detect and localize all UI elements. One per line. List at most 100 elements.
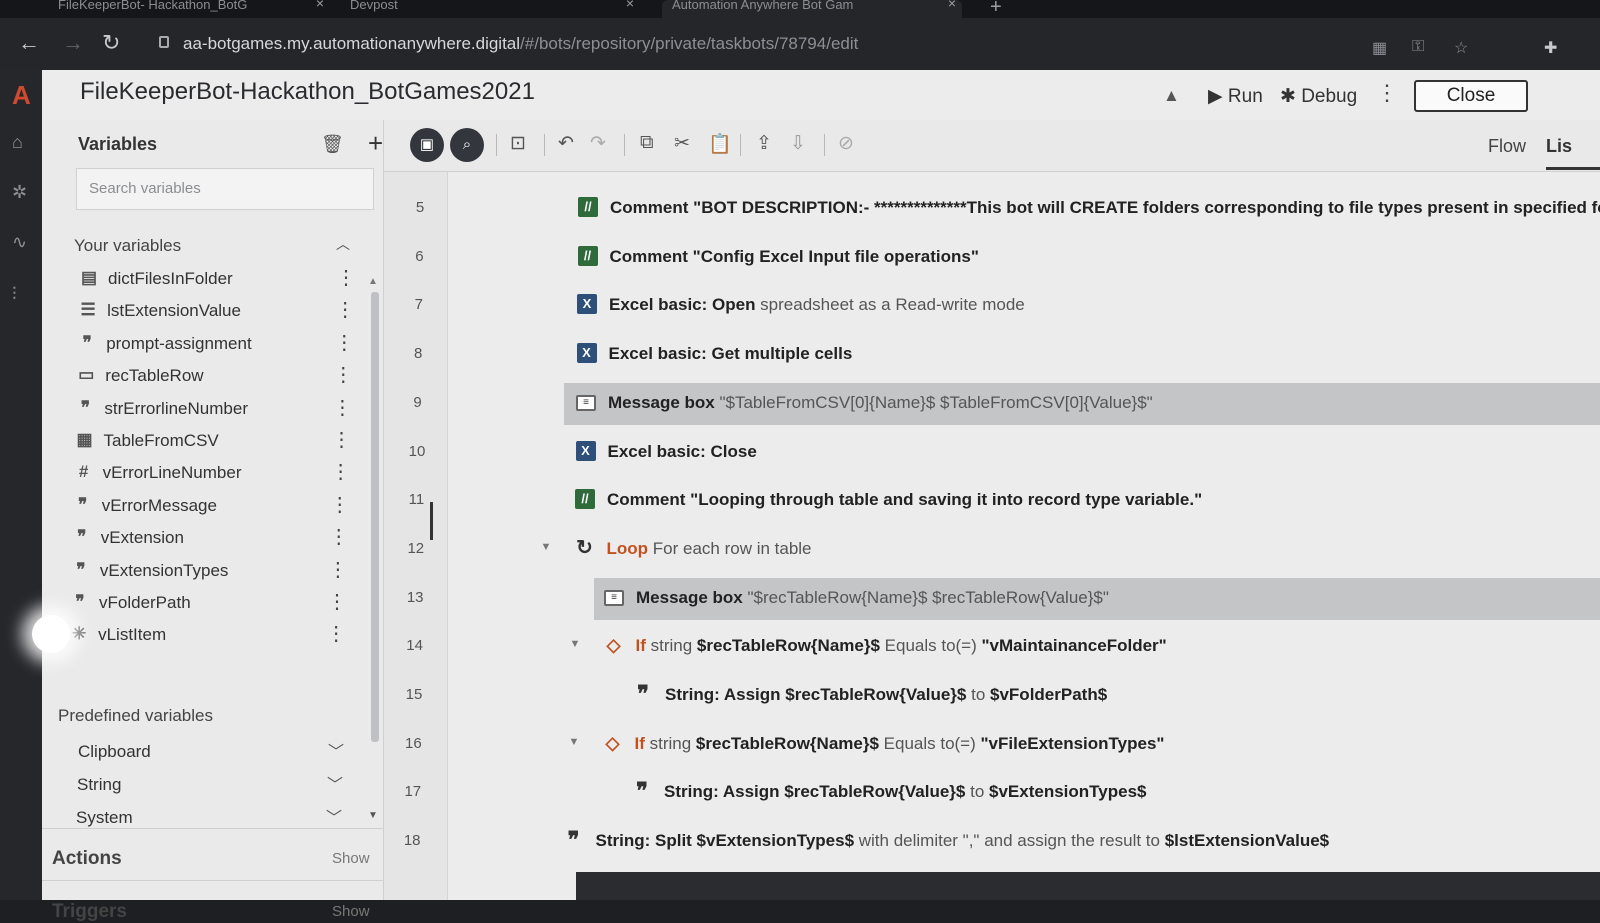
actions-heading[interactable]: Actions [52,848,122,870]
editor-toolbar: ▣ ⌕ ⊡ ↶ ↷ ⧉ ✂ 📋 ⇪ ⇩ ⊘ Flow Lis [384,120,1600,172]
your-variables-heading[interactable]: Your variables [74,236,181,256]
move-down-icon[interactable]: ⇩ [790,132,806,155]
variable-item[interactable]: ❞ strErrorlineNumber ⋮ [74,395,354,425]
code-line[interactable]: // Comment "BOT DESCRIPTION:- ***********… [448,188,1600,230]
variable-menu-icon[interactable]: ⋮ [331,459,351,484]
variable-item[interactable]: ▤ dictFilesInFolder ⋮ [78,265,358,295]
variable-menu-icon[interactable]: ⋮ [332,395,352,420]
variable-menu-icon[interactable]: ⋮ [330,492,350,517]
variable-item[interactable]: ☰ lstExtensionValue ⋮ [77,297,357,327]
undo-icon[interactable]: ↶ [558,132,574,155]
variable-item[interactable]: ❞ prompt-assignment ⋮ [76,330,356,360]
star-icon[interactable]: ☆ [1454,38,1468,58]
extensions-icon[interactable]: ✚ [1544,38,1557,58]
collapse-caret-icon[interactable]: ▼ [569,736,580,748]
redo-icon[interactable]: ↷ [590,132,606,155]
chevron-down-icon[interactable]: ﹀ [327,771,343,795]
variables-scrollbar[interactable]: ▲ ▼ [368,276,380,822]
predefined-variable-group[interactable]: System ﹀ [76,804,346,834]
variable-item[interactable]: ▭ recTableRow ⋮ [75,362,355,392]
variable-menu-icon[interactable]: ⋮ [327,589,347,614]
close-tab-icon[interactable]: × [626,0,634,10]
manage-icon[interactable]: ⫶ [12,284,17,305]
variable-name: vExtension [100,528,184,548]
debug-button[interactable]: ✱ Debug [1280,85,1357,108]
collapse-caret-icon[interactable]: ▼ [541,541,552,553]
variable-item[interactable]: ❞ vFolderPath ⋮ [69,589,349,619]
code-line[interactable]: X Excel basic: Get multiple cells [448,334,1600,376]
url-field[interactable]: aa-botgames.my.automationanywhere.digita… [145,28,1245,62]
code-line[interactable]: ▼ ◇ If string $recTableRow{Name}$ Equals t… [448,724,1600,766]
reload-icon[interactable]: ↻ [102,30,120,56]
code-line[interactable]: X Excel basic: Open spreadsheet as a Read… [448,285,1600,327]
code-line[interactable]: ▼ ◇ If string $recTableRow{Name}$ Equals t… [448,626,1600,668]
code-line[interactable]: ≡ Message box "$TableFromCSV[0]{Name}$ $T… [564,382,1600,425]
triggers-heading[interactable]: Triggers [52,901,127,923]
cut-icon[interactable]: ✂ [674,132,690,155]
variable-menu-icon[interactable]: ⋮ [332,427,352,452]
variable-menu-icon[interactable]: ⋮ [329,524,349,549]
run-button[interactable]: ▶ Run [1208,85,1263,108]
browser-tab[interactable]: Devpost × [340,0,640,18]
add-variable-icon[interactable]: + [368,128,383,159]
collapse-caret-icon[interactable]: ▼ [570,638,581,650]
browser-tab-active[interactable]: Automation Anywhere Bot Gam × [662,0,962,18]
record-icon[interactable]: ▣ [410,128,444,162]
paste-icon[interactable]: 📋 [708,132,732,156]
variable-menu-icon[interactable]: ⋮ [328,557,348,582]
scroll-down-icon[interactable]: ▼ [368,810,378,821]
chevron-down-icon[interactable]: ﹀ [326,804,342,828]
bot-icon[interactable]: ✲ [12,182,27,203]
universal-recorder-icon[interactable]: ⌕ [450,128,484,162]
variable-menu-icon[interactable]: ⋮ [334,330,354,355]
chevron-up-icon[interactable]: ︿ [336,234,350,254]
variable-item[interactable]: ❞ vExtensionTypes ⋮ [70,557,350,587]
home-icon[interactable]: ⌂ [12,132,23,153]
forward-icon[interactable]: → [62,30,84,56]
warning-icon[interactable]: ▲ [1163,86,1180,106]
trash-icon[interactable]: 🗑 [321,134,344,155]
search-variables-input[interactable]: Search variables [76,168,374,210]
variable-item[interactable]: ❞ vExtension ⋮ [71,524,351,554]
close-tab-icon[interactable]: × [948,0,956,10]
variable-menu-icon[interactable]: ⋮ [326,621,346,646]
move-up-icon[interactable]: ⇪ [756,132,772,155]
new-tab-icon[interactable]: + [990,0,1002,19]
tab-flow[interactable]: Flow [1488,136,1526,157]
code-line[interactable]: ❞ String: Assign $recTableRow{Value}$ to … [448,772,1600,814]
code-line[interactable]: ❞ String: Split $vExtensionTypes$ with de… [448,821,1600,863]
predefined-variables-heading[interactable]: Predefined variables [58,706,213,726]
code-line[interactable]: ≡ Message box "$recTableRow{Name}$ $recTa… [594,577,1600,620]
close-button[interactable]: Close [1414,80,1528,112]
key-icon[interactable]: ⚿ [1412,38,1424,56]
code-line[interactable]: ▼ ↻ Loop For each row in table [448,529,1600,571]
variable-menu-icon[interactable]: ⋮ [335,297,355,322]
chevron-down-icon[interactable]: ﹀ [328,738,344,762]
activity-icon[interactable]: ∿ [12,232,27,253]
predefined-variable-group[interactable]: String ﹀ [77,771,347,801]
code-line[interactable]: // Comment "Looping through table and sav… [448,480,1600,522]
actions-show-link[interactable]: Show [332,850,370,867]
apps-icon[interactable]: ▦ [1372,38,1387,58]
variable-menu-icon[interactable]: ⋮ [336,265,356,290]
variable-item[interactable]: ❞ vErrorMessage ⋮ [72,492,352,522]
code-line[interactable]: X Excel basic: Close [448,432,1600,474]
code-line[interactable]: ❞ String: Assign $recTableRow{Value}$ to … [448,675,1600,717]
code-line[interactable]: // Comment "Config Excel Input file opera… [448,237,1600,279]
variable-menu-icon[interactable]: ⋮ [333,362,353,387]
browser-tab[interactable]: FileKeeperBot- Hackathon_BotG × [48,0,330,18]
close-tab-icon[interactable]: × [316,0,324,10]
variable-item[interactable]: ▦ TableFromCSV ⋮ [74,427,354,457]
variable-item[interactable]: # vErrorLineNumber ⋮ [73,459,353,489]
tab-list[interactable]: Lis [1546,136,1600,170]
predefined-variable-group[interactable]: Clipboard ﹀ [78,738,348,768]
scrollbar-thumb[interactable] [371,292,379,742]
more-options-icon[interactable]: ⋮ [1376,80,1398,106]
copy-icon[interactable]: ⧉ [640,132,654,154]
variable-item[interactable]: ✳ vListItem ⋮ [68,621,348,651]
insert-icon[interactable]: ⊡ [510,132,526,155]
triggers-show-link[interactable]: Show [332,903,370,920]
disable-icon[interactable]: ⊘ [838,132,854,155]
scroll-up-icon[interactable]: ▲ [368,276,378,287]
back-icon[interactable]: ← [18,30,40,56]
